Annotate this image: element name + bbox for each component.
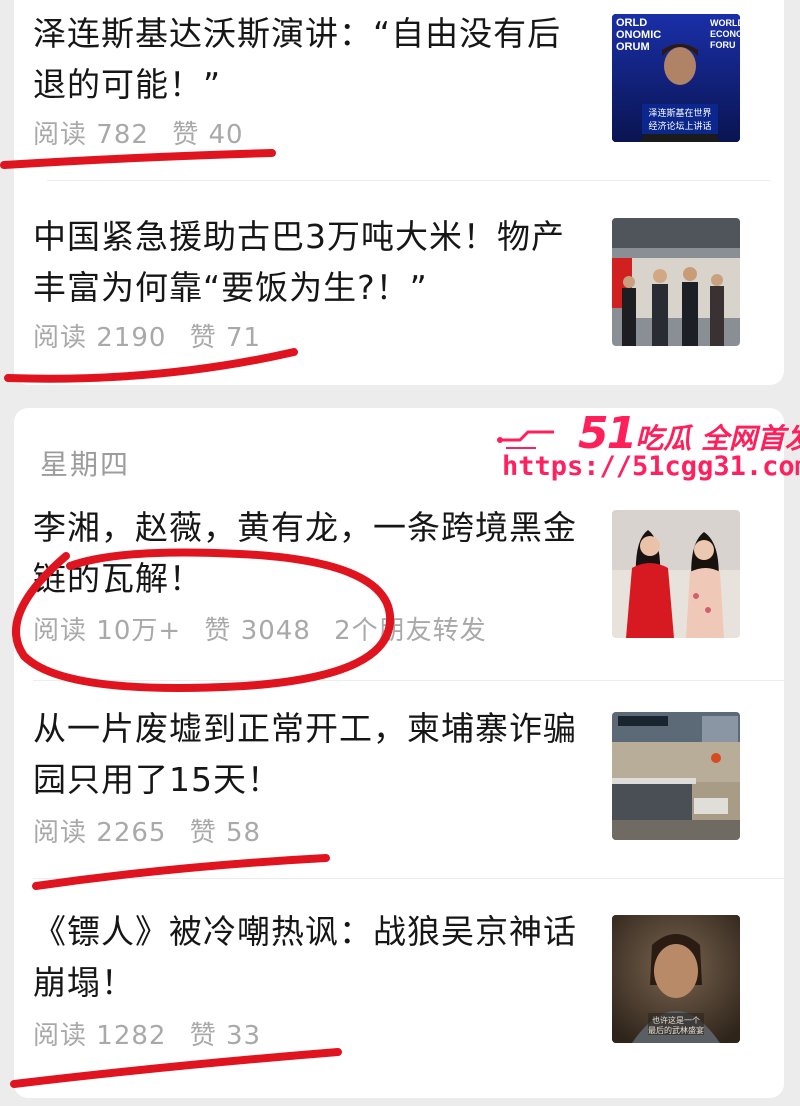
article-thumbnail[interactable] bbox=[612, 510, 740, 638]
article-meta: 阅读 2265 赞 58 bbox=[33, 812, 261, 849]
article-meta: 阅读 10万+ 赞 3048 2个朋友转发 bbox=[33, 610, 487, 647]
svg-text:FORU: FORU bbox=[710, 40, 736, 50]
svg-text:ORUM: ORUM bbox=[616, 41, 650, 53]
svg-text:泽连斯基在世界: 泽连斯基在世界 bbox=[648, 107, 711, 119]
article-title[interactable]: 《镖人》被冷嘲热讽：战狼吴京神话崩塌！ bbox=[33, 906, 593, 1008]
divider bbox=[33, 878, 784, 879]
like-label: 赞 33 bbox=[189, 1021, 262, 1051]
read-label: 阅读 782 bbox=[33, 120, 149, 150]
date-section-label: 星期四 bbox=[40, 448, 131, 481]
article-thumbnail[interactable] bbox=[612, 218, 740, 346]
svg-text:最后的武林盛宴: 最后的武林盛宴 bbox=[648, 1025, 704, 1035]
like-label: 赞 40 bbox=[172, 120, 244, 150]
read-label: 阅读 2265 bbox=[33, 818, 167, 848]
svg-text:ONOMIC: ONOMIC bbox=[616, 29, 661, 41]
like-label: 赞 58 bbox=[189, 818, 262, 848]
svg-text:ORLD: ORLD bbox=[616, 17, 647, 29]
watermark-url: https://51cgg31.com bbox=[502, 451, 800, 482]
divider bbox=[47, 180, 770, 181]
article-thumbnail[interactable] bbox=[612, 712, 740, 840]
article-meta: 阅读 2190 赞 71 bbox=[33, 317, 261, 354]
read-label: 阅读 10万+ bbox=[33, 616, 182, 646]
article-meta: 阅读 1282 赞 33 bbox=[33, 1015, 261, 1052]
like-label: 赞 71 bbox=[189, 323, 262, 353]
svg-text:也许这是一个: 也许这是一个 bbox=[652, 1015, 700, 1025]
read-label: 阅读 2190 bbox=[33, 323, 167, 353]
article-title[interactable]: 从一片废墟到正常开工，柬埔寨诈骗园只用了15天！ bbox=[33, 703, 593, 805]
divider bbox=[33, 680, 784, 681]
article-meta: 阅读 782 赞 40 bbox=[33, 114, 244, 151]
article-title[interactable]: 中国紧急援助古巴3万吨大米！物产丰富为何靠“要饭为生?！” bbox=[33, 211, 593, 313]
svg-text:ECONO: ECONO bbox=[710, 29, 740, 39]
svg-text:WORLD: WORLD bbox=[710, 18, 740, 28]
article-title[interactable]: 泽连斯基达沃斯演讲：“自由没有后退的可能！” bbox=[33, 8, 593, 110]
article-thumbnail[interactable]: ORLD ONOMIC ORUM WORLD ECONO FORU 泽连斯基在世… bbox=[612, 14, 740, 142]
svg-text:经济论坛上讲话: 经济论坛上讲话 bbox=[648, 120, 711, 132]
article-thumbnail[interactable]: 也许这是一个 最后的武林盛宴 bbox=[612, 915, 740, 1043]
share-info: 2个朋友转发 bbox=[334, 616, 487, 646]
read-label: 阅读 1282 bbox=[33, 1021, 167, 1051]
like-label: 赞 3048 bbox=[204, 616, 311, 646]
article-title[interactable]: 李湘，赵薇，黄有龙，一条跨境黑金链的瓦解！ bbox=[33, 502, 593, 604]
